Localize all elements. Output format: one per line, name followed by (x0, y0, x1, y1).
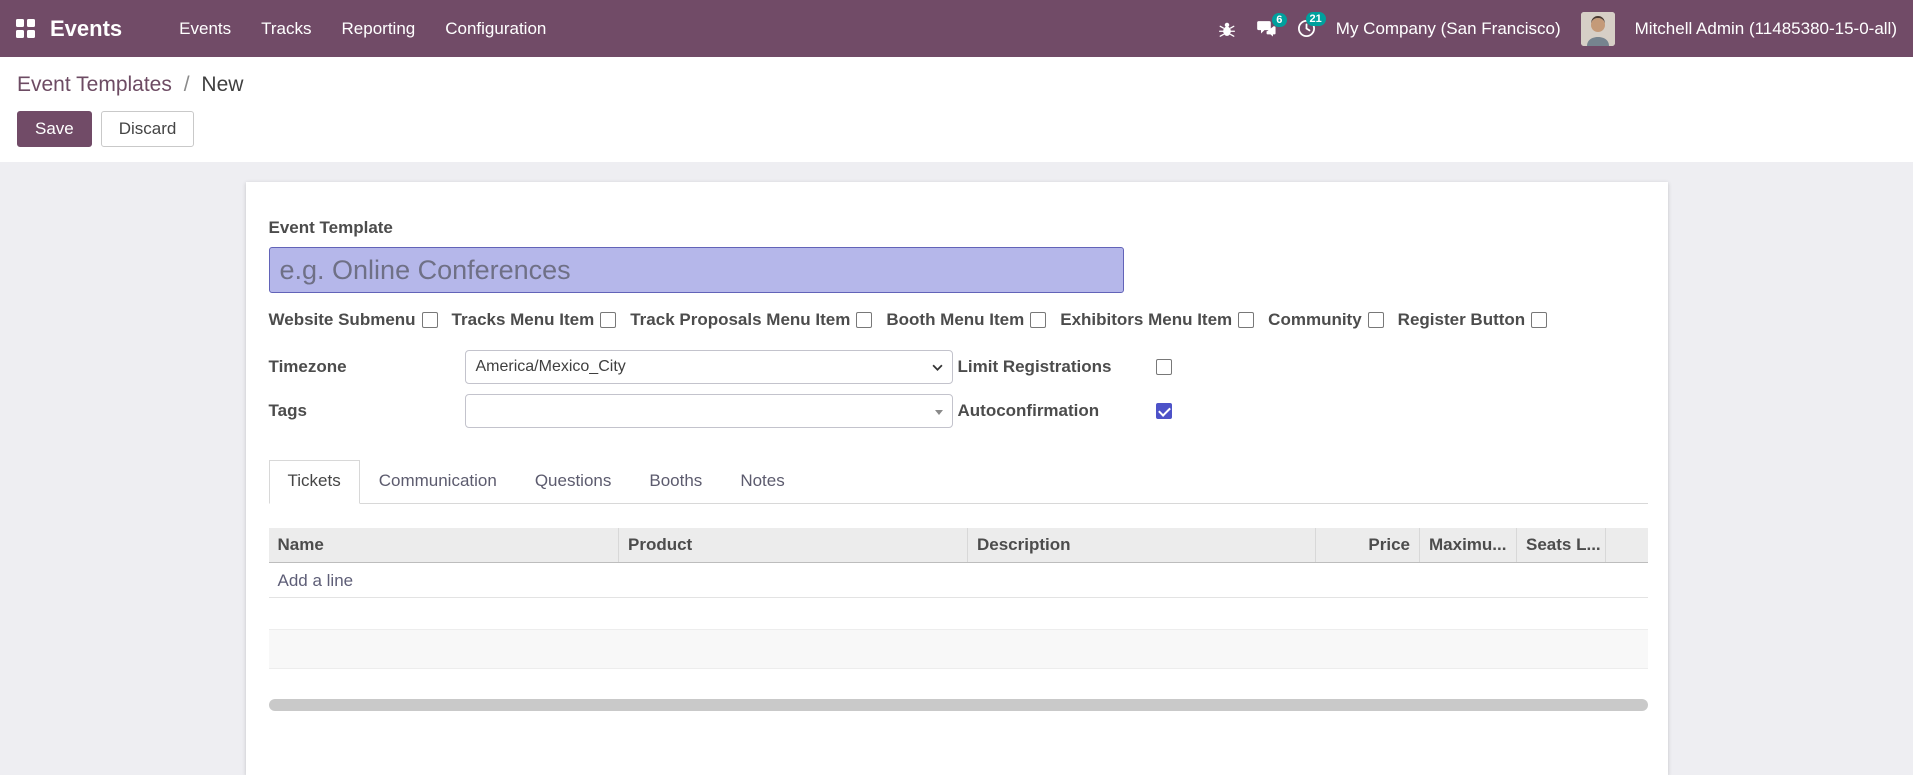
timezone-row: Timezone America/Mexico_City Limit Regis… (269, 350, 1648, 384)
breadcrumb: Event Templates / New (17, 73, 1913, 97)
add-a-line-link[interactable]: Add a line (268, 563, 1648, 598)
navbar-systray: 6 21 My Company (San Francisco) Mitchell… (1218, 11, 1897, 46)
breadcrumb-current: New (201, 73, 244, 96)
exhibitors-menu-item-checkbox[interactable] (1238, 312, 1255, 328)
option-register-button: Register Button (1398, 310, 1548, 330)
community-checkbox[interactable] (1367, 312, 1384, 328)
bug-icon (1218, 22, 1235, 37)
menu-tracks[interactable]: Tracks (246, 0, 326, 57)
col-actions-header (1605, 528, 1648, 563)
tab-questions[interactable]: Questions (516, 460, 631, 504)
limit-registrations-label: Limit Registrations (957, 357, 1112, 376)
booth-menu-item-label: Booth Menu Item (886, 310, 1025, 329)
tags-input[interactable] (464, 394, 953, 428)
timezone-value: America/Mexico_City (475, 358, 626, 375)
col-price-header: Price (1315, 528, 1420, 563)
content-background: Event Template Website Submenu Tracks Me… (0, 162, 1913, 775)
messages-badge: 6 (1271, 12, 1287, 27)
col-seats-left-header: Seats L... (1516, 528, 1606, 563)
event-template-label: Event Template (268, 218, 393, 237)
col-name-header: Name (268, 528, 619, 563)
exhibitors-menu-item-label: Exhibitors Menu Item (1060, 310, 1233, 329)
timezone-label: Timezone (268, 357, 347, 376)
table-horizontal-scrollbar[interactable] (268, 699, 1648, 711)
tab-tickets[interactable]: Tickets (268, 460, 360, 504)
messages-menu[interactable]: 6 (1256, 12, 1287, 38)
col-product-header: Product (618, 528, 968, 563)
user-avatar[interactable] (1580, 11, 1615, 46)
option-tracks-menu-item: Tracks Menu Item (452, 310, 617, 330)
tickets-table-body: Add a line (268, 563, 1648, 711)
main-menu: Events Tracks Reporting Configuration (164, 0, 561, 57)
tracks-menu-item-checkbox[interactable] (600, 312, 617, 328)
empty-table-row (268, 630, 1648, 669)
col-maximum-header: Maximu... (1419, 528, 1517, 563)
user-menu[interactable]: Mitchell Admin (11485380-15-0-all) (1635, 19, 1897, 39)
register-button-checkbox[interactable] (1531, 312, 1548, 328)
autoconfirmation-checkbox[interactable] (1155, 403, 1172, 419)
option-booth-menu-item: Booth Menu Item (886, 310, 1047, 330)
breadcrumb-separator: / (183, 73, 190, 96)
empty-table-row (268, 598, 1648, 630)
app-brand[interactable]: Events (50, 16, 122, 42)
option-community: Community (1268, 310, 1384, 330)
tab-booths[interactable]: Booths (630, 460, 721, 504)
menu-options-row: Website Submenu Tracks Menu Item Track P… (269, 310, 1648, 330)
tab-communication[interactable]: Communication (360, 460, 516, 504)
option-website-submenu: Website Submenu (269, 310, 438, 330)
tags-row: Tags Autoconfirmation (269, 394, 1648, 428)
notebook-tabs: Tickets Communication Questions Booths N… (268, 460, 1648, 504)
tracks-menu-item-label: Tracks Menu Item (451, 310, 595, 329)
chevron-down-icon (931, 364, 943, 371)
tags-label: Tags (268, 401, 307, 420)
avatar-image (1580, 11, 1615, 46)
caret-down-icon (934, 410, 943, 415)
option-track-proposals-menu-item: Track Proposals Menu Item (630, 310, 873, 330)
autoconfirmation-label: Autoconfirmation (957, 401, 1100, 420)
table-spacer (269, 669, 1648, 699)
menu-events[interactable]: Events (164, 0, 246, 57)
community-label: Community (1268, 310, 1362, 329)
tickets-table: Name Product Description Price Maximu...… (268, 528, 1648, 563)
booth-menu-item-checkbox[interactable] (1030, 312, 1047, 328)
apps-menu-icon[interactable] (16, 18, 36, 39)
menu-configuration[interactable]: Configuration (430, 0, 561, 57)
form-sheet: Event Template Website Submenu Tracks Me… (245, 182, 1668, 775)
option-exhibitors-menu-item: Exhibitors Menu Item (1060, 310, 1255, 330)
breadcrumb-parent[interactable]: Event Templates (17, 73, 172, 96)
form-action-buttons: Save Discard (17, 111, 1913, 147)
register-button-label: Register Button (1397, 310, 1526, 329)
website-submenu-checkbox[interactable] (421, 312, 438, 328)
table-header-row: Name Product Description Price Maximu...… (268, 528, 1648, 563)
activities-badge: 21 (1305, 12, 1326, 26)
control-panel: Event Templates / New Save Discard (0, 57, 1913, 162)
menu-reporting[interactable]: Reporting (327, 0, 431, 57)
discard-button[interactable]: Discard (100, 111, 195, 147)
debug-menu[interactable] (1218, 20, 1236, 38)
company-switcher[interactable]: My Company (San Francisco) (1336, 19, 1561, 39)
activities-menu[interactable]: 21 (1297, 12, 1326, 38)
track-proposals-menu-item-checkbox[interactable] (856, 312, 873, 328)
top-navbar: Events Events Tracks Reporting Configura… (0, 0, 1913, 57)
tab-notes[interactable]: Notes (721, 460, 803, 504)
track-proposals-menu-item-label: Track Proposals Menu Item (630, 310, 851, 329)
website-submenu-label: Website Submenu (268, 310, 416, 329)
save-button[interactable]: Save (17, 111, 92, 147)
timezone-select[interactable]: America/Mexico_City (464, 350, 953, 384)
event-name-input[interactable] (268, 247, 1124, 293)
limit-registrations-checkbox[interactable] (1155, 359, 1172, 375)
col-description-header: Description (967, 528, 1316, 563)
